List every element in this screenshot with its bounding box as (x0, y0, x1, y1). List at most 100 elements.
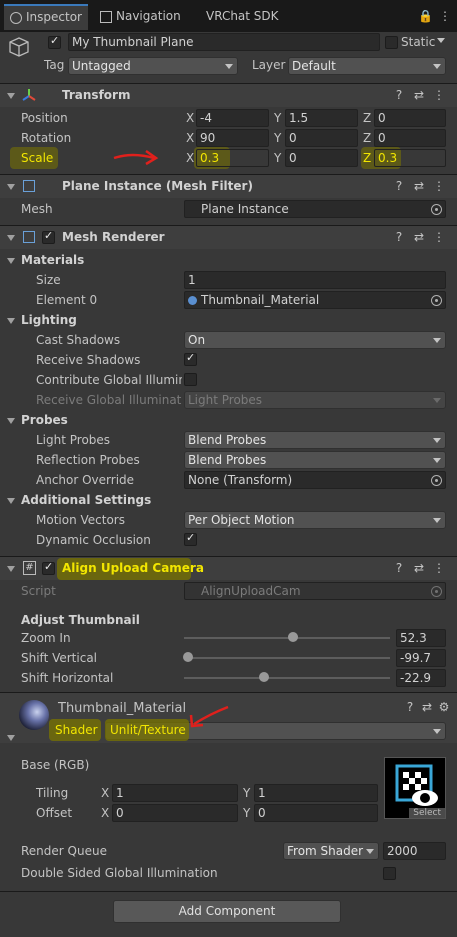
axis-y-label: Y (274, 111, 282, 125)
axis-x-label: X (186, 151, 195, 165)
double-sided-gi-checkbox[interactable] (383, 867, 396, 880)
static-dropdown-icon[interactable] (437, 38, 445, 43)
scale-z-field[interactable]: 0.3 (374, 149, 446, 167)
help-icon[interactable]: ? (392, 179, 406, 193)
lighting-section[interactable]: Lighting (21, 313, 77, 327)
help-icon[interactable]: ? (392, 561, 406, 575)
zoom-slider-track[interactable] (184, 637, 390, 639)
foldout-icon[interactable] (7, 566, 15, 572)
layer-dropdown[interactable]: Default (288, 57, 446, 75)
script-field: AlignUploadCam (184, 582, 446, 600)
mesh-filter-header[interactable]: Plane Instance (Mesh Filter) ? ⇄ ⋮ (0, 174, 457, 198)
enabled-checkbox[interactable] (42, 560, 55, 575)
rotation-x-field[interactable]: 90 (196, 129, 269, 147)
light-probes-dropdown[interactable]: Blend Probes (184, 431, 446, 449)
tab-inspector[interactable]: Inspector (4, 4, 88, 30)
foldout-icon[interactable] (7, 258, 15, 264)
rotation-z-field[interactable]: 0 (374, 129, 446, 147)
align-upload-header[interactable]: # Align Upload Camera ? ⇄ ⋮ (0, 556, 457, 580)
tab-navigation[interactable]: Navigation (100, 5, 181, 27)
foldout-icon[interactable] (7, 93, 15, 99)
tag-dropdown[interactable]: Untagged (68, 57, 238, 75)
settings-icon[interactable]: ⚙ (437, 700, 451, 714)
select-button[interactable]: Select (409, 808, 445, 818)
foldout-icon[interactable] (7, 498, 15, 504)
shift-vertical-label: Shift Vertical (21, 651, 98, 665)
preset-icon[interactable]: ⇄ (412, 230, 426, 244)
render-queue-label: Render Queue (21, 844, 107, 858)
render-queue-field[interactable]: 2000 (383, 842, 446, 860)
axis-z-label: Z (363, 151, 372, 165)
preset-icon[interactable]: ⇄ (412, 88, 426, 102)
cast-shadows-dropdown[interactable]: On (184, 331, 446, 349)
offset-y-field[interactable]: 0 (254, 804, 378, 822)
more-icon[interactable]: ⋮ (432, 179, 446, 193)
shift-horizontal-track[interactable] (184, 677, 390, 679)
position-y-field[interactable]: 1.5 (285, 109, 358, 127)
size-field[interactable]: 1 (184, 271, 446, 289)
anchor-override-field[interactable]: None (Transform) (184, 471, 446, 489)
object-name-field[interactable]: My Thumbnail Plane (68, 33, 380, 51)
shift-horizontal-field[interactable]: -22.9 (396, 669, 446, 687)
mesh-renderer-header[interactable]: Mesh Renderer ? ⇄ ⋮ (0, 225, 457, 249)
transform-header[interactable]: Transform ? ⇄ ⋮ (0, 83, 457, 107)
tiling-x-field[interactable]: 1 (112, 784, 238, 802)
motion-vectors-dropdown[interactable]: Per Object Motion (184, 511, 446, 529)
axis-x-label: X (101, 786, 110, 800)
element0-field[interactable]: Thumbnail_Material (184, 291, 446, 309)
shift-vertical-knob[interactable] (183, 652, 194, 662)
help-icon[interactable]: ? (392, 230, 406, 244)
mesh-object-field[interactable]: Plane Instance (184, 200, 446, 218)
offset-label: Offset (36, 806, 73, 820)
help-icon[interactable]: ? (392, 88, 406, 102)
shift-vertical-field[interactable]: -99.7 (396, 649, 446, 667)
position-z-field[interactable]: 0 (374, 109, 446, 127)
additional-settings-section[interactable]: Additional Settings (21, 493, 151, 507)
position-x-field[interactable]: -4 (196, 109, 269, 127)
more-icon[interactable]: ⋮ (432, 230, 446, 244)
reflection-probes-dropdown[interactable]: Blend Probes (184, 451, 446, 469)
shift-horizontal-knob[interactable] (259, 672, 270, 682)
probes-section[interactable]: Probes (21, 413, 68, 427)
active-checkbox[interactable] (48, 34, 61, 49)
static-checkbox[interactable] (385, 36, 398, 49)
foldout-icon[interactable] (7, 735, 15, 741)
dynamic-occlusion-checkbox[interactable] (184, 531, 197, 546)
more-icon[interactable]: ⋮ (432, 88, 446, 102)
receive-shadows-checkbox[interactable] (184, 351, 197, 366)
scale-y-field[interactable]: 0 (285, 149, 358, 167)
more-icon[interactable]: ⋮ (438, 9, 452, 23)
offset-x-field[interactable]: 0 (112, 804, 238, 822)
object-picker-icon[interactable] (431, 204, 442, 215)
preset-icon[interactable]: ⇄ (412, 179, 426, 193)
texture-slot[interactable]: Select (384, 757, 446, 819)
foldout-icon[interactable] (7, 184, 15, 190)
object-picker-icon[interactable] (431, 295, 442, 306)
script-icon: # (23, 561, 36, 575)
help-icon[interactable]: ? (403, 700, 417, 714)
contribute-gi-checkbox[interactable] (184, 373, 197, 386)
more-icon[interactable]: ⋮ (432, 561, 446, 575)
foldout-icon[interactable] (7, 318, 15, 324)
mesh-renderer-title: Mesh Renderer (62, 230, 165, 244)
object-picker-icon[interactable] (431, 475, 442, 486)
foldout-icon[interactable] (7, 418, 15, 424)
axis-x-label: X (101, 806, 110, 820)
contribute-gi-label: Contribute Global Illuminati (36, 373, 182, 387)
enabled-checkbox[interactable] (42, 229, 55, 244)
render-queue-dropdown[interactable]: From Shader (283, 842, 379, 860)
preset-icon[interactable]: ⇄ (420, 700, 434, 714)
lock-icon[interactable]: 🔒 (418, 9, 433, 23)
zoom-slider-knob[interactable] (288, 632, 299, 642)
zoom-value-field[interactable]: 52.3 (396, 629, 446, 647)
materials-section[interactable]: Materials (21, 253, 84, 267)
tiling-y-field[interactable]: 1 (254, 784, 378, 802)
rotation-y-field[interactable]: 0 (285, 129, 358, 147)
tab-vrchat-sdk[interactable]: VRChat SDK (206, 5, 279, 27)
preset-icon[interactable]: ⇄ (412, 561, 426, 575)
shift-vertical-track[interactable] (184, 657, 390, 659)
tab-bar: Inspector Navigation VRChat SDK 🔒 ⋮ (0, 0, 457, 32)
add-component-button[interactable]: Add Component (113, 900, 341, 923)
scale-x-field[interactable]: 0.3 (196, 149, 269, 167)
foldout-icon[interactable] (7, 235, 15, 241)
